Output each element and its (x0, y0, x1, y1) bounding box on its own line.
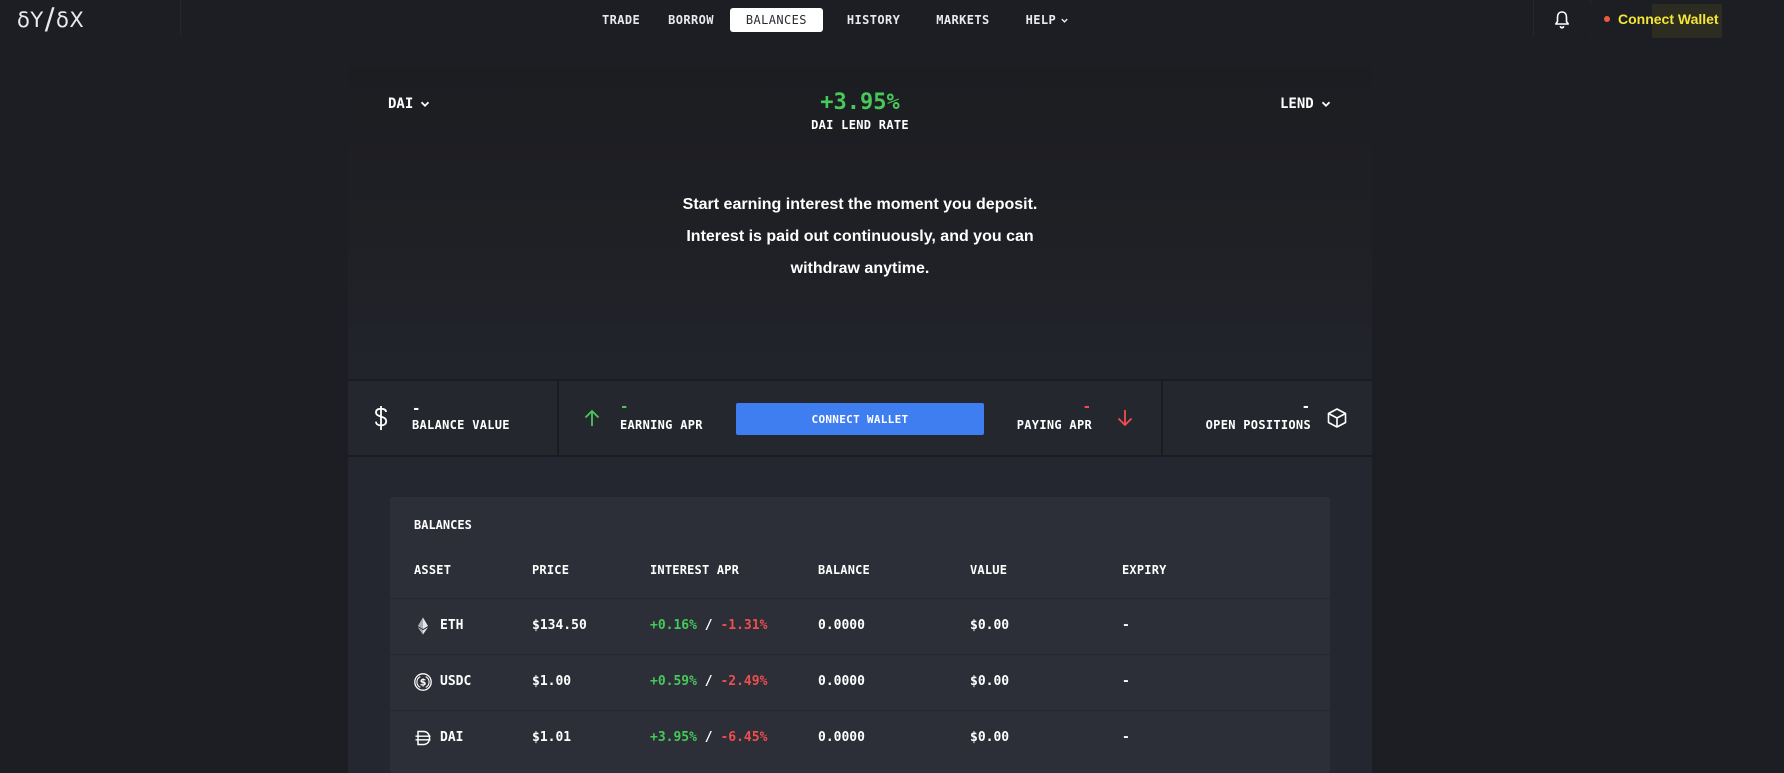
bell-icon[interactable] (1553, 10, 1571, 30)
asset-price: $1.01 (532, 730, 572, 745)
apr-separator: / (704, 674, 713, 689)
dai-icon (415, 730, 431, 746)
table-row[interactable]: $ USDC $1.00 +0.59% / -2.49% 0.0000 $0.0… (390, 654, 1330, 710)
asset-value: $0.00 (970, 674, 1010, 689)
top-bar: δY / δX TRADE BORROW BALANCES HISTORY MA… (0, 0, 1784, 40)
balance-value-label: BALANCE VALUE (412, 418, 510, 432)
open-positions-value: - (1301, 399, 1310, 415)
apr-lend: +3.95% (650, 730, 697, 745)
column-header-interest-apr: INTEREST APR (650, 563, 740, 577)
connect-wallet-label: Connect Wallet (1618, 11, 1719, 27)
stats-row: - BALANCE VALUE - EARNING APR CONNECT WA… (348, 379, 1372, 457)
mode-selector-label: LEND (1280, 96, 1314, 112)
nav-balances[interactable]: BALANCES (729, 8, 823, 32)
asset-value: $0.00 (970, 730, 1010, 745)
main-nav: TRADE BORROW BALANCES HISTORY MARKETS HE… (590, 8, 1081, 32)
eth-icon (418, 617, 428, 635)
asset-expiry: - (1122, 618, 1130, 633)
arrow-down-icon (1117, 410, 1133, 427)
nav-borrow-label: BORROW (668, 13, 714, 27)
open-positions-label: OPEN POSITIONS (1205, 418, 1311, 432)
interest-apr: +3.95% / -6.45% (650, 730, 767, 745)
column-header-expiry: EXPIRY (1122, 563, 1167, 577)
hero-description: Start earning interest the moment you de… (348, 189, 1372, 285)
arrow-up-icon (584, 409, 600, 426)
earning-apr-label: EARNING APR (620, 418, 703, 432)
nav-history[interactable]: HISTORY (835, 8, 912, 32)
dollar-icon (375, 406, 388, 430)
nav-markets-label: MARKETS (936, 13, 990, 27)
main-panel: DAI +3.95% DAI LEND RATE LEND Start earn… (348, 66, 1372, 773)
rate-value: +3.95% (820, 90, 900, 115)
table-row[interactable]: DAI $1.01 +3.95% / -6.45% 0.0000 $0.00 - (390, 710, 1330, 766)
column-header-price: PRICE (532, 563, 570, 577)
asset-expiry: - (1122, 730, 1130, 745)
divider (180, 0, 181, 36)
nav-history-label: HISTORY (846, 13, 901, 27)
asset-balance: 0.0000 (818, 674, 865, 689)
paying-apr-value: - (1082, 399, 1091, 415)
logo-denominator: δX (55, 8, 85, 32)
interest-apr: +0.16% / -1.31% (650, 618, 767, 633)
apr-borrow: -1.31% (720, 618, 768, 633)
logo-slash: / (44, 2, 55, 36)
logo-numerator: δY (17, 8, 44, 32)
asset-name: USDC (440, 674, 472, 689)
column-header-asset: ASSET (414, 563, 452, 577)
balances-card: BALANCES ASSET PRICE INTEREST APR BALANC… (390, 497, 1330, 773)
connect-wallet-button[interactable]: Connect Wallet (1590, 3, 1734, 38)
nav-balances-label: BALANCES (745, 13, 807, 27)
asset-price: $134.50 (532, 618, 587, 633)
stat-paying-apr: - PAYING APR (1008, 381, 1158, 457)
asset-balance: 0.0000 (818, 618, 865, 633)
apr-borrow: -6.45% (720, 730, 768, 745)
usdc-icon: $ (414, 673, 432, 691)
nav-help-label: HELP (1025, 13, 1057, 27)
description-line: withdraw anytime. (790, 260, 930, 277)
stat-open-positions: - OPEN POSITIONS (1163, 381, 1372, 457)
chevron-down-icon (1061, 18, 1068, 23)
asset-expiry: - (1122, 674, 1130, 689)
mode-selector[interactable]: LEND (1280, 96, 1332, 112)
stat-balance-value: - BALANCE VALUE (348, 381, 557, 457)
nav-trade-label: TRADE (602, 13, 641, 27)
divider (1533, 0, 1534, 36)
status-dot (1604, 16, 1610, 22)
nav-help[interactable]: HELP (1014, 8, 1082, 32)
chevron-down-icon (1321, 101, 1330, 107)
rate-label: DAI LEND RATE (811, 118, 909, 132)
apr-separator: / (704, 618, 713, 633)
cube-icon (1327, 408, 1347, 428)
balances-title: BALANCES (414, 518, 472, 532)
logo[interactable]: δY / δX (17, 2, 85, 36)
asset-price: $1.00 (532, 674, 572, 689)
column-header-value: VALUE (970, 563, 1008, 577)
asset-name: DAI (440, 730, 464, 745)
nav-borrow[interactable]: BORROW (656, 8, 726, 32)
apr-borrow: -2.49% (720, 674, 768, 689)
column-header-balance: BALANCE (818, 563, 870, 577)
stat-earning-apr: - EARNING APR (559, 381, 709, 457)
asset-value: $0.00 (970, 618, 1010, 633)
asset-name: ETH (440, 618, 464, 633)
connect-wallet-cta[interactable]: CONNECT WALLET (736, 403, 984, 435)
balance-value: - (412, 401, 421, 417)
apr-lend: +0.59% (650, 674, 697, 689)
table-row[interactable]: ETH $134.50 +0.16% / -1.31% 0.0000 $0.00… (390, 598, 1330, 654)
nav-markets[interactable]: MARKETS (924, 8, 1001, 32)
rate-display: +3.95% DAI LEND RATE (348, 90, 1372, 132)
apr-lend: +0.16% (650, 618, 697, 633)
hero-section: DAI +3.95% DAI LEND RATE LEND Start earn… (348, 66, 1372, 379)
earning-apr-value: - (620, 399, 629, 415)
description-line: Start earning interest the moment you de… (682, 196, 1038, 213)
description-line: Interest is paid out continuously, and y… (686, 228, 1034, 245)
apr-separator: / (704, 730, 713, 745)
paying-apr-label: PAYING APR (1016, 418, 1092, 432)
nav-trade[interactable]: TRADE (590, 8, 652, 32)
interest-apr: +0.59% / -2.49% (650, 674, 767, 689)
svg-text:$: $ (420, 678, 427, 689)
asset-balance: 0.0000 (818, 730, 865, 745)
